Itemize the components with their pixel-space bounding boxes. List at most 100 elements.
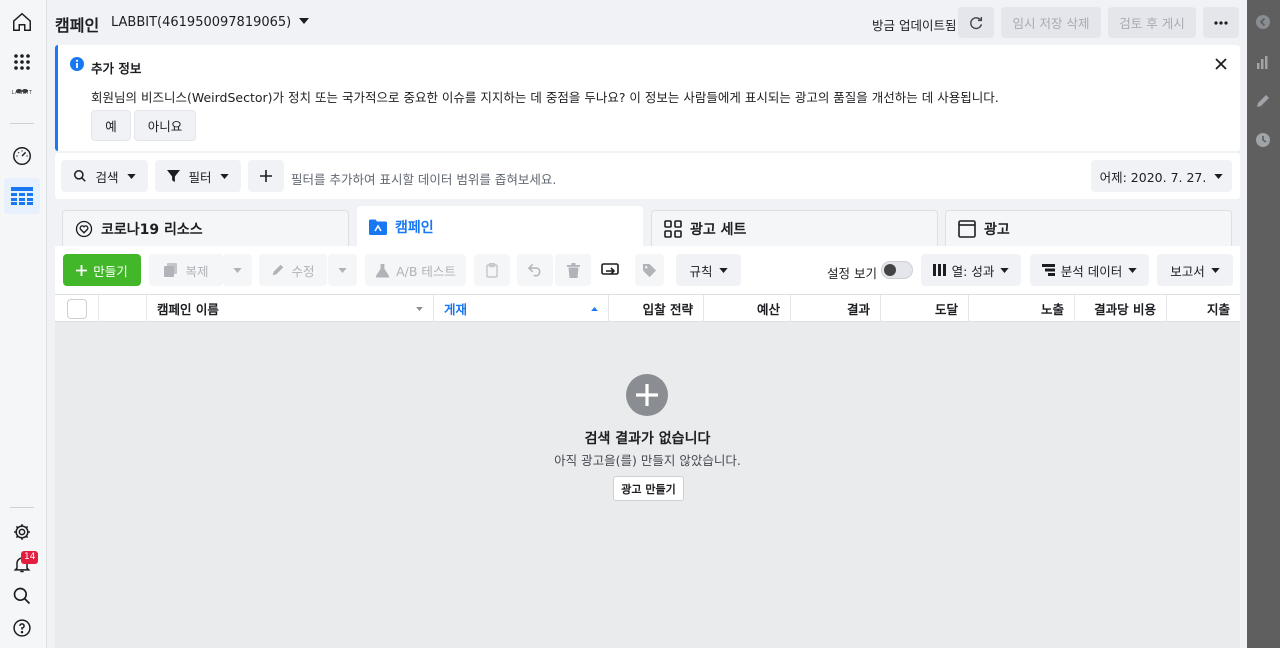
select-all-cell — [55, 295, 99, 322]
discard-drafts-button[interactable]: 임시 저장 삭제 — [1001, 7, 1101, 38]
plus-icon — [76, 264, 88, 276]
duplicate-label: 복제 — [185, 263, 209, 279]
sort-caret-icon — [416, 306, 423, 311]
search-icon — [74, 169, 87, 182]
tab-ads[interactable]: 광고 — [945, 210, 1232, 246]
tag-button[interactable] — [635, 254, 664, 286]
page-header: 캠페인 LABBIT(461950097819065) 방금 업데이트됨 임시 … — [47, 0, 1247, 44]
tab-label: 광고 — [984, 221, 1010, 238]
tab-covid-resources[interactable]: 코로나19 리소스 — [62, 210, 349, 246]
caret-down-icon — [233, 267, 242, 273]
help-icon[interactable] — [4, 610, 40, 646]
caret-down-icon — [718, 267, 728, 273]
search-label: 검색 — [95, 169, 119, 185]
caret-down-icon — [1214, 173, 1224, 179]
create-label: 만들기 — [93, 263, 128, 279]
caret-down-icon[interactable] — [299, 18, 309, 24]
column-header-bid-strategy[interactable]: 입찰 전략 — [609, 295, 704, 322]
caret-down-icon — [126, 173, 136, 179]
date-range-button[interactable]: 어제: 2020. 7. 27. — [1091, 160, 1232, 192]
sort-ascending-icon — [591, 306, 598, 311]
column-header-reach[interactable]: 도달 — [881, 295, 969, 322]
banner-title: 추가 정보 — [91, 61, 142, 76]
notification-badge: 14 — [21, 551, 39, 564]
column-header-cost-per-result[interactable]: 결과당 비용 — [1075, 295, 1167, 322]
select-all-checkbox[interactable] — [67, 299, 87, 319]
duplicate-button[interactable]: 복제 — [149, 254, 223, 286]
add-filter-button[interactable] — [248, 160, 284, 192]
close-icon[interactable] — [1214, 57, 1228, 71]
filter-funnel-icon — [167, 169, 181, 182]
column-header-budget[interactable]: 예산 — [704, 295, 791, 322]
ab-test-button[interactable]: A/B 테스트 — [365, 254, 466, 286]
status-column-header — [99, 295, 147, 322]
pencil-icon[interactable] — [1255, 93, 1271, 109]
tab-label: 광고 세트 — [690, 221, 747, 238]
ad-sets-grid-icon — [664, 219, 682, 238]
empty-state-subtitle: 아직 광고을(를) 만들지 않았습니다. — [554, 453, 741, 468]
nav-divider — [10, 123, 34, 124]
filter-bar: 검색 필터 필터를 추가하여 표시할 데이터 범위를 좁혀보세요. 어제: 20… — [55, 153, 1240, 199]
date-range-label: 어제: 2020. 7. 27. — [1099, 169, 1207, 185]
tab-label: 캠페인 — [395, 220, 434, 236]
undo-button[interactable] — [517, 254, 553, 286]
no-button[interactable]: 아니요 — [134, 110, 196, 141]
create-button[interactable]: 만들기 — [63, 254, 141, 286]
column-header-impressions[interactable]: 노출 — [969, 295, 1075, 322]
column-header-delivery[interactable]: 게재 — [434, 295, 609, 322]
undo-icon — [527, 263, 540, 277]
info-banner: 추가 정보 회원님의 비즈니스(WeirdSector)가 정치 또는 국가적으… — [55, 45, 1240, 151]
filter-button[interactable]: 필터 — [155, 160, 241, 192]
column-header-campaign-name[interactable]: 캠페인 이름 — [147, 295, 434, 322]
more-options-button[interactable] — [1203, 7, 1239, 38]
duplicate-icon — [164, 263, 178, 277]
banner-text: 회원님의 비즈니스(WeirdSector)가 정치 또는 국가적으로 중요한 … — [91, 90, 999, 105]
create-ad-button[interactable]: 광고 만들기 — [613, 476, 684, 501]
refresh-button[interactable] — [958, 7, 994, 38]
column-label: 게재 — [444, 302, 468, 317]
edit-button[interactable]: 수정 — [259, 254, 327, 286]
reports-button[interactable]: 보고서 — [1157, 254, 1233, 286]
page-title: 캠페인 — [55, 16, 100, 35]
tab-ad-sets[interactable]: 광고 세트 — [651, 210, 938, 246]
rules-button[interactable]: 규칙 — [676, 254, 741, 286]
clock-icon[interactable] — [1255, 132, 1271, 148]
caret-down-icon — [219, 173, 229, 179]
table-body: 검색 결과가 없습니다 아직 광고을(를) 만들지 않았습니다. 광고 만들기 — [55, 322, 1240, 648]
tab-campaigns[interactable]: 캠페인 — [357, 206, 643, 248]
column-header-results[interactable]: 결과 — [791, 295, 881, 322]
right-rail — [1247, 0, 1280, 648]
collapse-chevron-icon[interactable] — [1255, 14, 1271, 30]
delete-button[interactable] — [555, 254, 591, 286]
chart-icon[interactable] — [1255, 54, 1271, 70]
yes-button[interactable]: 예 — [91, 110, 131, 141]
toggle-knob — [884, 264, 896, 276]
trash-icon — [566, 262, 580, 278]
apps-grid-icon[interactable] — [4, 44, 40, 80]
caret-down-icon — [1000, 267, 1010, 273]
settings-gear-icon[interactable] — [4, 514, 40, 550]
account-selector[interactable]: LABBIT(461950097819065) — [111, 15, 291, 30]
column-header-amount-spent[interactable]: 지출 — [1167, 295, 1240, 322]
duplicate-dropdown[interactable] — [223, 254, 252, 286]
review-publish-button[interactable]: 검토 후 게시 — [1108, 7, 1196, 38]
breakdown-icon — [1041, 264, 1055, 276]
home-icon[interactable] — [4, 4, 40, 40]
tab-label: 코로나19 리소스 — [101, 221, 203, 238]
caret-down-icon — [1211, 267, 1220, 273]
ads-manager-table-icon[interactable] — [4, 178, 40, 214]
export-button[interactable] — [592, 254, 628, 286]
columns-button[interactable]: 열: 성과 — [921, 254, 1021, 286]
setting-view-toggle[interactable] — [881, 261, 913, 279]
search-button[interactable]: 검색 — [61, 160, 148, 192]
columns-label: 열: 성과 — [951, 263, 995, 279]
edit-dropdown[interactable] — [328, 254, 357, 286]
setting-view-label: 설정 보기 — [827, 266, 877, 281]
filter-placeholder[interactable]: 필터를 추가하여 표시할 데이터 범위를 좁혀보세요. — [291, 169, 556, 188]
logo-text: LABBIT — [11, 90, 33, 96]
search-icon[interactable] — [4, 578, 40, 614]
clipboard-button[interactable] — [474, 254, 510, 286]
rules-label: 규칙 — [689, 263, 713, 279]
dashboard-gauge-icon[interactable] — [4, 138, 40, 174]
breakdown-button[interactable]: 분석 데이터 — [1030, 254, 1149, 286]
